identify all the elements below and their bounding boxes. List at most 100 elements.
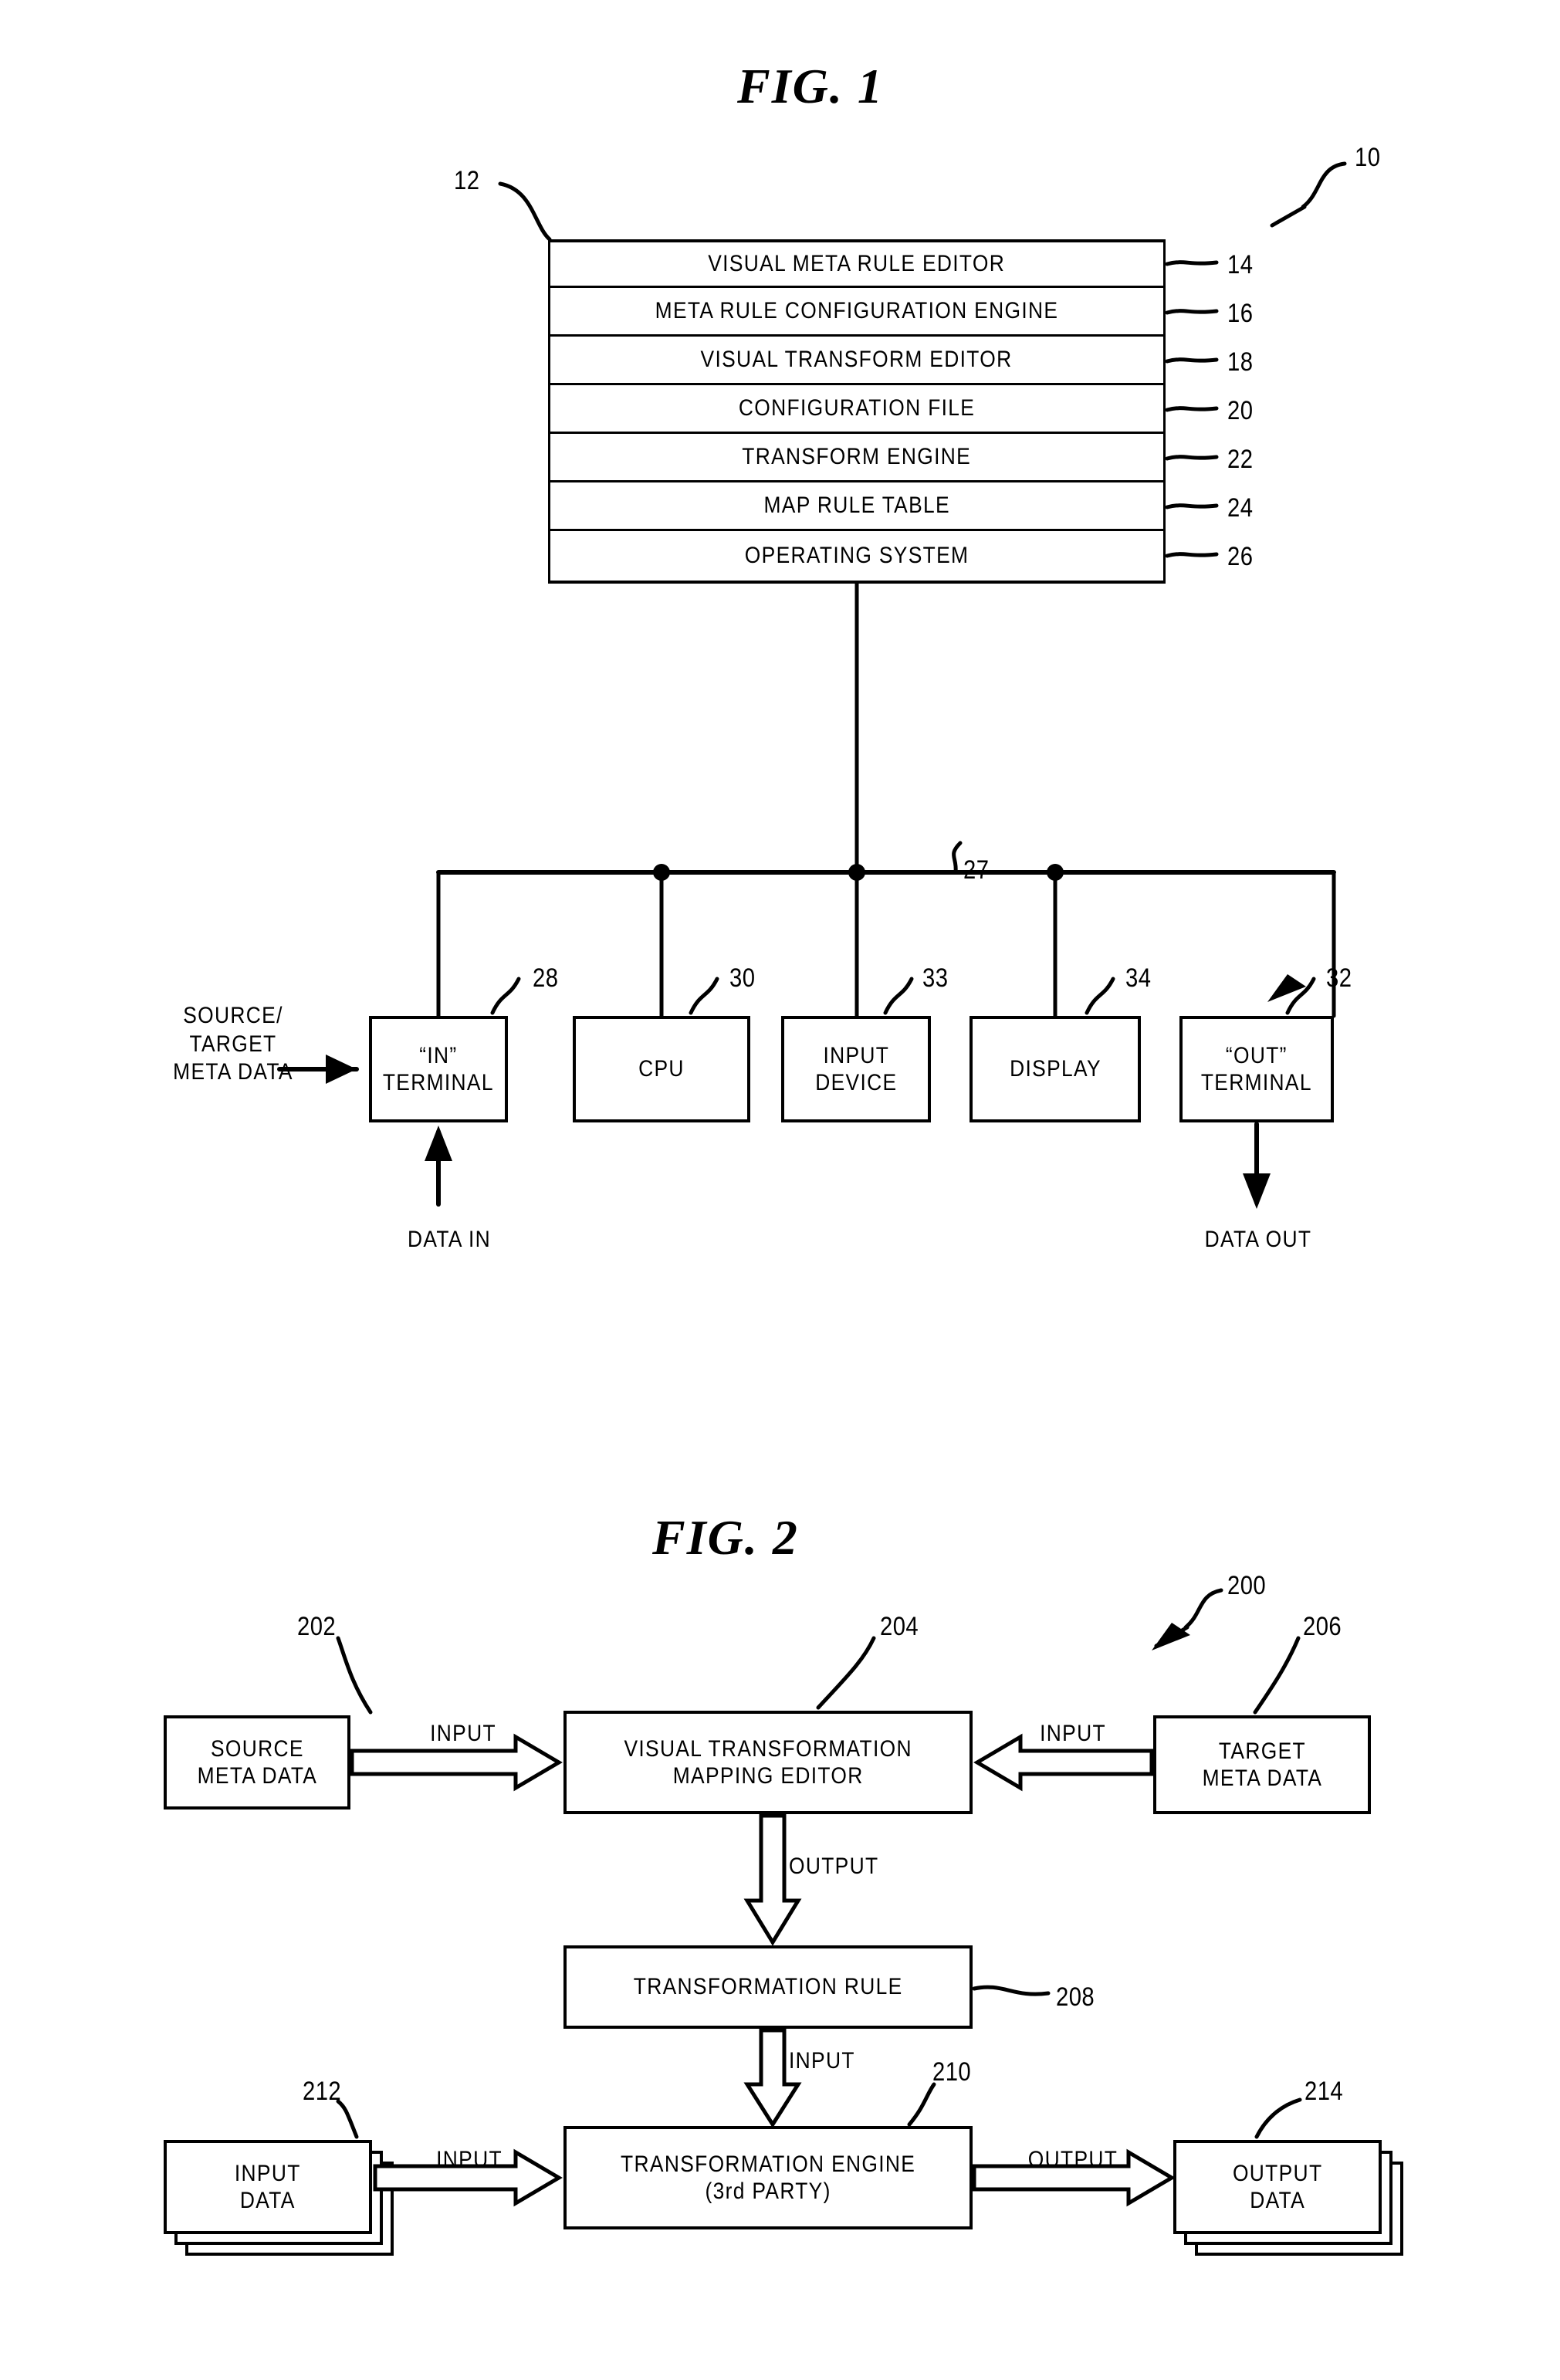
reference-numeral-30: 30 [729,963,756,993]
output-data-label: OUTPUT DATA [1232,2160,1323,2213]
reference-numeral-32: 32 [1326,963,1352,993]
leader-24 [1165,503,1219,510]
input-device-label: INPUT DEVICE [814,1042,898,1095]
transformation-engine-box: TRANSFORMATION ENGINE (3rd PARTY) [563,2126,973,2229]
visual-transformation-mapping-editor-label: VISUAL TRANSFORMATION MAPPING EDITOR [624,1735,912,1789]
reference-numeral-28: 28 [533,963,559,993]
cpu-label: CPU [638,1056,685,1082]
leader-16 [1165,309,1219,315]
software-layer-transform-engine: TRANSFORM ENGINE [548,434,1166,482]
display-box: DISPLAY [970,1016,1141,1122]
leader-200-curve [1183,1588,1223,1630]
target-meta-data-label: TARGET META DATA [1202,1738,1322,1791]
out-terminal-box: “OUT” TERMINAL [1179,1016,1334,1122]
arrowhead-ref10 [1267,974,1306,1002]
edge-label-input-to-engine: INPUT [436,2147,503,2172]
input-data-label: INPUT DATA [235,2160,301,2213]
reference-numeral-22: 22 [1227,445,1254,474]
reference-numeral-33: 33 [922,963,949,993]
in-terminal-box: “IN” TERMINAL [369,1016,508,1122]
edge-label-target-to-editor: INPUT [1040,1721,1106,1746]
transformation-engine-label: TRANSFORMATION ENGINE (3rd PARTY) [620,2151,916,2204]
reference-numeral-206: 206 [1303,1612,1342,1641]
leader-208 [972,1985,1051,1996]
bus-junction-input-device [848,864,865,881]
cpu-box: CPU [573,1016,750,1122]
reference-numeral-20: 20 [1227,396,1254,425]
software-layer-map-rule-table: MAP RULE TABLE [548,482,1166,531]
reference-numeral-208: 208 [1056,1982,1095,2012]
leader-14 [1165,260,1219,266]
figure-1-title: FIG. 1 [737,59,884,113]
leader-22 [1165,455,1219,461]
software-layer-visual-transform-editor: VISUAL TRANSFORM EDITOR [548,337,1166,385]
leader-33 [883,977,914,1015]
reference-numeral-16: 16 [1227,299,1254,328]
leader-20 [1165,406,1219,412]
software-layer-label: MAP RULE TABLE [763,493,950,519]
arrowhead-data-in [425,1126,452,1161]
bus-junction-display [1047,864,1064,881]
reference-numeral-214: 214 [1305,2077,1344,2106]
reference-numeral-27: 27 [963,855,990,885]
visual-transformation-mapping-editor-box: VISUAL TRANSFORMATION MAPPING EDITOR [563,1711,973,1814]
reference-numeral-200: 200 [1227,1571,1267,1600]
source-target-metadata-label: SOURCE/ TARGET META DATA [173,1003,293,1085]
leader-30 [689,977,719,1015]
input-device-box: INPUT DEVICE [781,1016,931,1122]
source-meta-data-box: SOURCE META DATA [164,1715,350,1810]
figure-2-title: FIG. 2 [652,1510,799,1565]
reference-numeral-212: 212 [303,2077,342,2106]
reference-numeral-34: 34 [1125,963,1152,993]
leader-210 [907,2082,936,2127]
data-in-label: DATA IN [407,1227,492,1252]
bus-junction-cpu [653,864,670,881]
reference-numeral-18: 18 [1227,347,1254,377]
reference-numeral-210: 210 [932,2057,972,2087]
arrowhead-ref200 [1152,1623,1190,1650]
edge-label-engine-to-output: OUTPUT [1027,2147,1118,2172]
leader-10-curve [1301,161,1347,209]
reference-numeral-14: 14 [1227,250,1254,279]
software-layer-label: META RULE CONFIGURATION ENGINE [655,298,1059,324]
edge-label-source-to-editor: INPUT [430,1721,496,1746]
source-meta-data-label: SOURCE META DATA [197,1735,317,1789]
target-meta-data-box: TARGET META DATA [1153,1715,1371,1814]
transformation-rule-box: TRANSFORMATION RULE [563,1945,973,2029]
leader-204 [816,1636,876,1710]
reference-numeral-202: 202 [297,1612,337,1641]
arrowhead-data-out [1243,1173,1271,1209]
software-layer-label: VISUAL META RULE EDITOR [708,251,1006,277]
leader-26 [1165,552,1219,558]
leader-202 [336,1636,373,1715]
transformation-rule-label: TRANSFORMATION RULE [633,1974,903,2000]
software-layer-configuration-file: CONFIGURATION FILE [548,385,1166,434]
leader-206 [1253,1636,1301,1715]
reference-numeral-204: 204 [880,1612,919,1641]
software-layer-operating-system: OPERATING SYSTEM [548,531,1166,584]
data-out-label: DATA OUT [1204,1227,1312,1252]
reference-numeral-24: 24 [1227,493,1254,523]
software-layer-visual-meta-rule-editor: VISUAL META RULE EDITOR [548,239,1166,288]
edge-label-editor-to-rule: OUTPUT [789,1854,879,1879]
software-layer-label: CONFIGURATION FILE [738,395,976,421]
reference-numeral-12: 12 [454,166,480,195]
software-layer-label: TRANSFORM ENGINE [742,444,972,470]
edge-label-rule-to-engine: INPUT [789,2048,855,2074]
leader-28 [490,977,521,1015]
block-arrow-rule-to-engine [743,2028,802,2128]
software-layer-label: VISUAL TRANSFORM EDITOR [701,347,1013,373]
leader-18 [1165,357,1219,364]
software-layer-meta-rule-configuration-engine: META RULE CONFIGURATION ENGINE [548,288,1166,337]
reference-numeral-26: 26 [1227,542,1254,571]
leader-27 [952,841,963,875]
out-terminal-label: “OUT” TERMINAL [1200,1042,1313,1095]
input-data-box: INPUT DATA [164,2140,372,2234]
display-label: DISPLAY [1009,1056,1101,1082]
in-terminal-label: “IN” TERMINAL [382,1042,495,1095]
output-data-box: OUTPUT DATA [1173,2140,1382,2234]
leader-12 [498,181,552,242]
leader-32 [1285,977,1316,1015]
software-layer-label: OPERATING SYSTEM [744,543,970,569]
leader-214 [1254,2097,1302,2139]
